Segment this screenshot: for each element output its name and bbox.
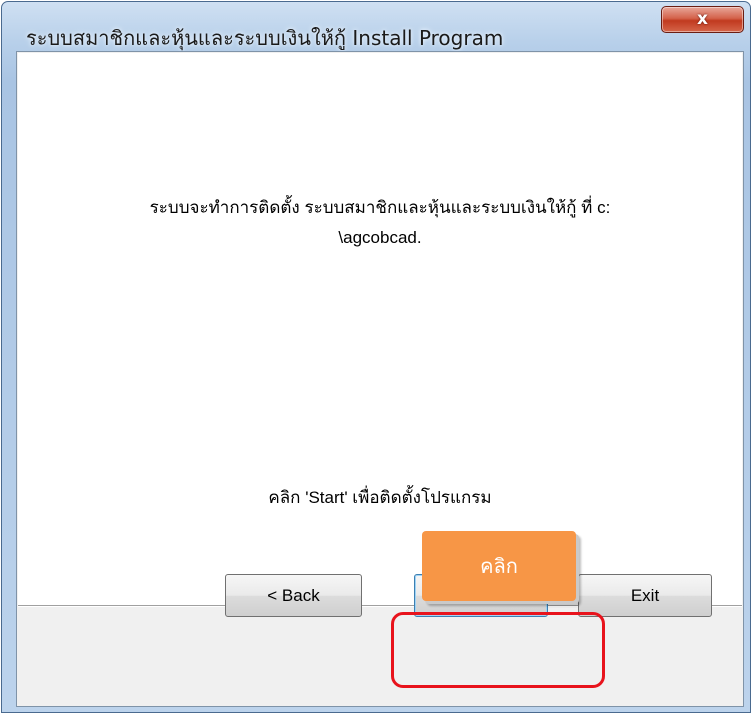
click-callout: คลิก [422, 531, 576, 601]
title-bar[interactable]: ระบบสมาชิกและหุ้นและระบบเงินให้กู้ Insta… [2, 2, 750, 50]
click-callout-label: คลิก [480, 554, 518, 578]
back-button[interactable]: < Back [225, 574, 362, 617]
window-title: ระบบสมาชิกและหุ้นและระบบเงินให้กู้ Insta… [26, 26, 504, 50]
start-hint: คลิก 'Start' เพื่อติดตั้งโปรแกรม [268, 488, 492, 507]
install-message-line-2: \agcobcad. [338, 228, 422, 247]
install-message: ระบบจะทำการติดตั้ง ระบบสมาชิกและหุ้นและร… [18, 193, 742, 253]
exit-button[interactable]: Exit [578, 574, 712, 617]
close-button[interactable]: x [661, 6, 744, 33]
install-message-line-1: ระบบจะทำการติดตั้ง ระบบสมาชิกและหุ้นและร… [149, 198, 611, 217]
close-icon: x [697, 9, 708, 29]
installer-window: ระบบสมาชิกและหุ้นและระบบเงินให้กู้ Insta… [1, 1, 751, 713]
content-panel: ระบบจะทำการติดตั้ง ระบบสมาชิกและหุ้นและร… [18, 53, 742, 605]
